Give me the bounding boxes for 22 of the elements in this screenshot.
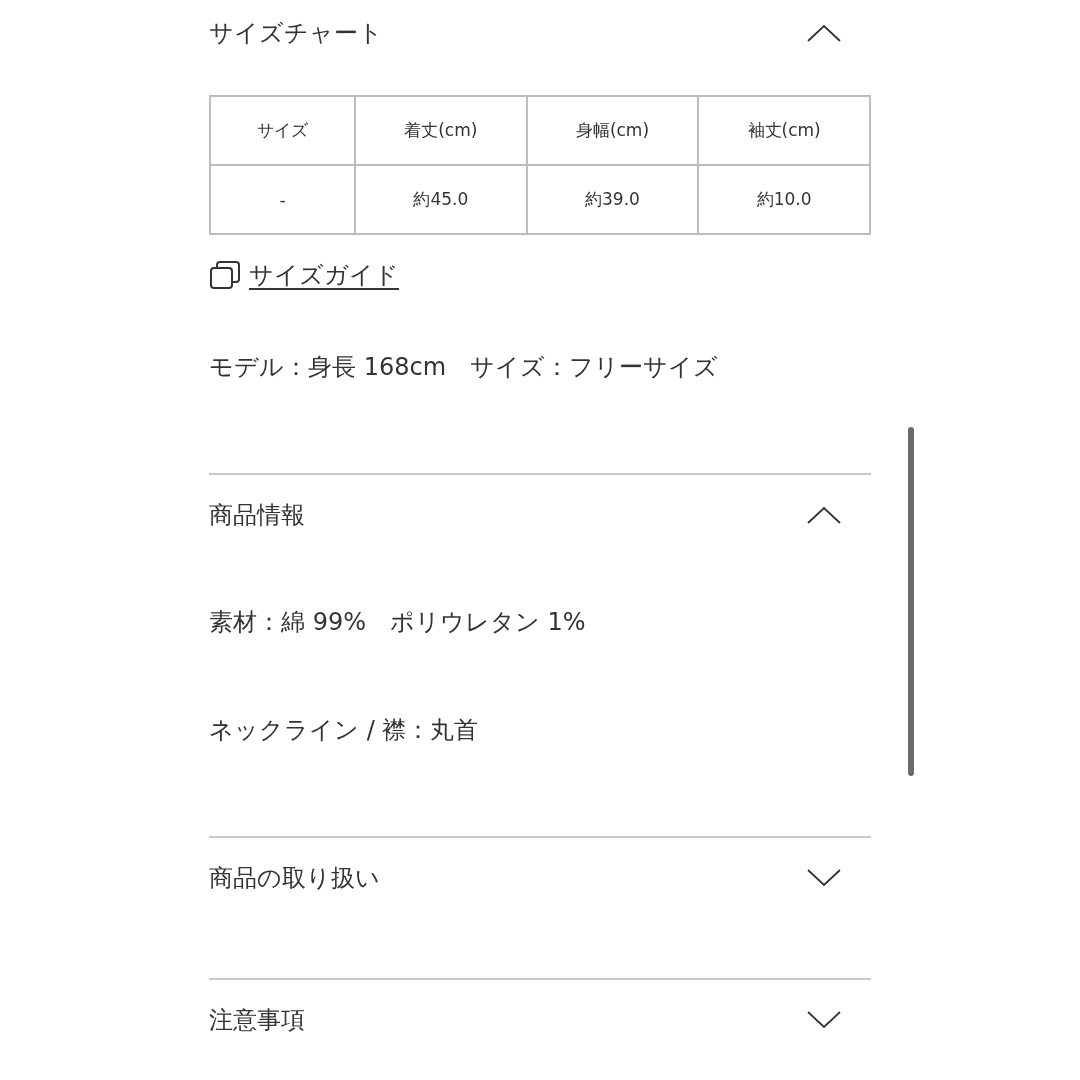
chevron-down-icon[interactable] [807, 1011, 841, 1029]
section-title[interactable]: 商品情報 [209, 499, 305, 531]
model-info-text: モデル：身長 168cm サイズ：フリーサイズ [209, 352, 719, 383]
table-cell: 約39.0 [526, 165, 699, 234]
section-title[interactable]: 商品の取り扱い [209, 862, 380, 894]
product-info-text: 素材：綿 99% ポリウレタン 1% [209, 607, 587, 638]
table-header-cell: 身幅(cm) [526, 96, 699, 165]
section-title[interactable]: 注意事項 [209, 1004, 305, 1036]
copy-icon [209, 260, 241, 290]
section-title[interactable]: サイズチャート [209, 17, 383, 49]
size-guide-link[interactable]: サイズガイド [249, 259, 399, 291]
table-cell: - [210, 165, 355, 234]
product-info-text: ネックライン / 襟：丸首 [209, 715, 480, 746]
chevron-up-icon[interactable] [807, 24, 841, 42]
chevron-up-icon[interactable] [807, 506, 841, 524]
chevron-down-icon[interactable] [807, 869, 841, 887]
table-header-cell: 袖丈(cm) [698, 96, 870, 165]
table-header-cell: サイズ [210, 96, 355, 165]
table-cell: 約10.0 [698, 165, 870, 234]
table-cell: 約45.0 [355, 165, 527, 234]
scrollbar[interactable] [908, 427, 914, 776]
table-header-cell: 着丈(cm) [355, 96, 527, 165]
